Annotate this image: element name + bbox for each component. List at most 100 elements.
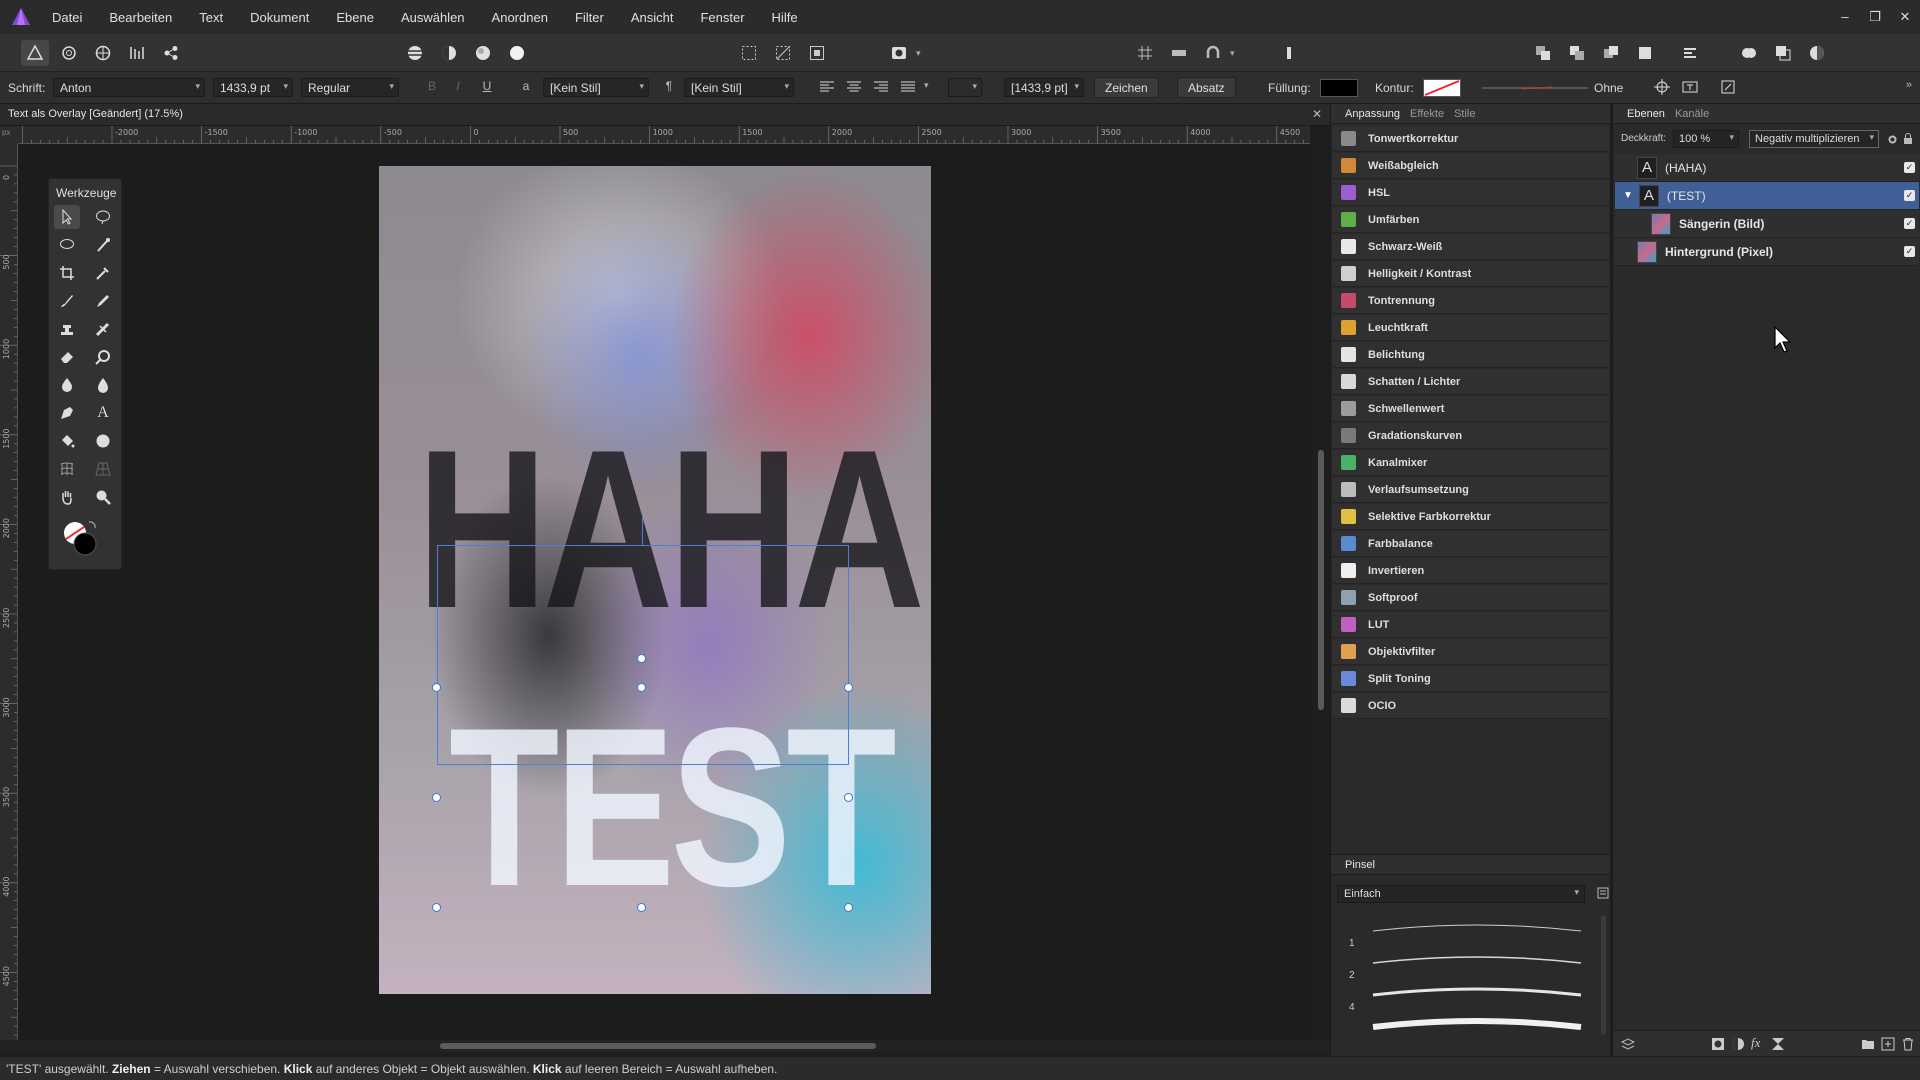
- adjustment-item[interactable]: Schwarz-Weiß: [1333, 234, 1609, 260]
- menu-ansicht[interactable]: Ansicht: [631, 10, 674, 25]
- blend-mode-dropdown[interactable]: Negativ multiplizieren: [1749, 130, 1879, 148]
- tab-anpassung[interactable]: Anpassung: [1345, 108, 1400, 120]
- character-style-dropdown[interactable]: [Kein Stil]: [543, 78, 649, 97]
- boolean-subtract-button[interactable]: [1769, 40, 1797, 66]
- tab-effekte[interactable]: Effekte: [1410, 108, 1444, 120]
- export-persona-button[interactable]: [157, 40, 185, 66]
- layer-visibility-checkbox[interactable]: ✓: [1904, 190, 1915, 201]
- pen-tool[interactable]: [54, 401, 80, 425]
- close-document-button[interactable]: ✕: [1312, 107, 1322, 121]
- resize-handle-top-right[interactable]: [844, 683, 853, 692]
- baseline-dropdown[interactable]: [948, 78, 982, 97]
- crop-tool[interactable]: [54, 261, 80, 285]
- font-style-dropdown[interactable]: Regular: [301, 78, 399, 97]
- bold-button[interactable]: B: [423, 79, 441, 97]
- adjustment-item[interactable]: Leuchtkraft: [1333, 315, 1609, 341]
- italic-button[interactable]: I: [449, 79, 467, 97]
- auto-color-button[interactable]: [469, 40, 497, 66]
- brush-stroke-previews[interactable]: [1367, 915, 1587, 1055]
- adjustment-item[interactable]: Softproof: [1333, 585, 1609, 611]
- boolean-add-button[interactable]: [1735, 40, 1763, 66]
- menu-auswaehlen[interactable]: Auswählen: [401, 10, 465, 25]
- layer-visibility-checkbox[interactable]: ✓: [1904, 218, 1915, 229]
- layers-stack-icon[interactable]: [1621, 1037, 1635, 1051]
- paragraph-panel-button[interactable]: Absatz: [1177, 77, 1236, 98]
- crosshair-icon[interactable]: [1654, 79, 1670, 95]
- adjustment-item[interactable]: Verlaufsumsetzung: [1333, 477, 1609, 503]
- move-to-front-button[interactable]: [1631, 40, 1659, 66]
- resize-handle-bottom-left[interactable]: [432, 903, 441, 912]
- layer-row[interactable]: ▣ Hintergrund (Pixel) ✓: [1615, 238, 1919, 266]
- chevron-down-icon[interactable]: ▾: [924, 80, 929, 91]
- lasso-tool[interactable]: [54, 233, 80, 257]
- resize-handle-bottom-center[interactable]: [637, 903, 646, 912]
- mask-layer-icon[interactable]: [1711, 1037, 1725, 1051]
- selection-brush-tool[interactable]: [90, 233, 116, 257]
- layer-row[interactable]: ▣ Sängerin (Bild) ✓: [1615, 210, 1919, 238]
- adjustment-layer-icon[interactable]: [1731, 1037, 1745, 1051]
- zoom-tool[interactable]: [90, 485, 116, 509]
- flood-select-tool[interactable]: [54, 429, 80, 453]
- add-pixel-layer-icon[interactable]: [1881, 1037, 1895, 1051]
- adjustment-item[interactable]: Weißabgleich: [1333, 153, 1609, 179]
- auto-white-balance-button[interactable]: [503, 40, 531, 66]
- menu-hilfe[interactable]: Hilfe: [772, 10, 798, 25]
- expand-chevron-icon[interactable]: ▼: [1623, 190, 1633, 201]
- layer-visibility-checkbox[interactable]: ✓: [1904, 246, 1915, 257]
- grid-toggle-button[interactable]: [1131, 40, 1159, 66]
- auto-contrast-button[interactable]: [435, 40, 463, 66]
- opacity-dropdown[interactable]: 100 %: [1673, 130, 1739, 148]
- adjustment-item[interactable]: Tonwertkorrektur: [1333, 126, 1609, 152]
- canvas-vertical-scrollbar[interactable]: [1318, 450, 1324, 710]
- align-button[interactable]: [1676, 40, 1704, 66]
- horizontal-ruler[interactable]: -2000 -1500 -1000 -500 0 500 1000 1500 2000 2500 3…: [18, 126, 1310, 144]
- chevron-down-icon[interactable]: ▾: [1230, 48, 1235, 59]
- transform-icon[interactable]: [1720, 79, 1736, 95]
- layer-visibility-checkbox[interactable]: ✓: [1904, 162, 1915, 173]
- adjustment-item[interactable]: Helligkeit / Kontrast: [1333, 261, 1609, 287]
- invert-selection-button[interactable]: [803, 40, 831, 66]
- adjustment-item[interactable]: Tontrennung: [1333, 288, 1609, 314]
- size-field-dropdown[interactable]: [1433,9 pt]: [1004, 78, 1084, 97]
- layer-row[interactable]: ▼ A (TEST) ✓: [1615, 182, 1919, 210]
- affinity-photo-logo-icon[interactable]: [10, 6, 32, 28]
- restore-button[interactable]: ❐: [1860, 0, 1890, 34]
- snapping-button[interactable]: [1199, 40, 1227, 66]
- liquify-persona-button[interactable]: [55, 40, 83, 66]
- brush-category-dropdown[interactable]: Einfach: [1337, 885, 1585, 903]
- menu-datei[interactable]: Datei: [52, 10, 82, 25]
- stroke-none-swatch[interactable]: [1423, 79, 1461, 97]
- align-center-icon[interactable]: [847, 81, 861, 93]
- layer-row[interactable]: A (HAHA) ✓: [1615, 154, 1919, 182]
- deselect-button[interactable]: [769, 40, 797, 66]
- guides-button[interactable]: [1165, 40, 1193, 66]
- mesh-warp-tool[interactable]: [54, 457, 80, 481]
- adjustment-item[interactable]: Schatten / Lichter: [1333, 369, 1609, 395]
- adjustment-item[interactable]: Umfärben: [1333, 207, 1609, 233]
- move-tool[interactable]: [54, 205, 80, 229]
- view-tool[interactable]: [54, 485, 80, 509]
- chevron-down-icon[interactable]: ▾: [916, 48, 921, 59]
- resize-handle-middle-left[interactable]: [432, 793, 441, 802]
- paint-brush-tool[interactable]: [54, 289, 80, 313]
- adjustment-item[interactable]: Belichtung: [1333, 342, 1609, 368]
- blur-tool[interactable]: [90, 373, 116, 397]
- pixel-tool[interactable]: [90, 289, 116, 313]
- minimize-button[interactable]: –: [1830, 0, 1860, 34]
- adjustment-item[interactable]: Split Toning: [1333, 666, 1609, 692]
- perspective-tool[interactable]: [90, 457, 116, 481]
- order-button[interactable]: [1275, 40, 1303, 66]
- color-swatches-icon[interactable]: [59, 519, 103, 557]
- erase-tool[interactable]: [54, 345, 80, 369]
- adjustment-item[interactable]: Farbbalance: [1333, 531, 1609, 557]
- adjustment-item[interactable]: Selektive Farbkorrektur: [1333, 504, 1609, 530]
- brush-options-icon[interactable]: [1597, 887, 1609, 899]
- fill-color-swatch[interactable]: [1320, 79, 1358, 97]
- gear-icon[interactable]: [1887, 134, 1898, 145]
- tab-kanaele[interactable]: Kanäle: [1675, 108, 1709, 120]
- more-options-icon[interactable]: »: [1906, 79, 1912, 91]
- auto-levels-button[interactable]: [401, 40, 429, 66]
- marquee-ellipse-tool[interactable]: [90, 205, 116, 229]
- tab-stile[interactable]: Stile: [1454, 108, 1475, 120]
- tone-mapping-persona-button[interactable]: [123, 40, 151, 66]
